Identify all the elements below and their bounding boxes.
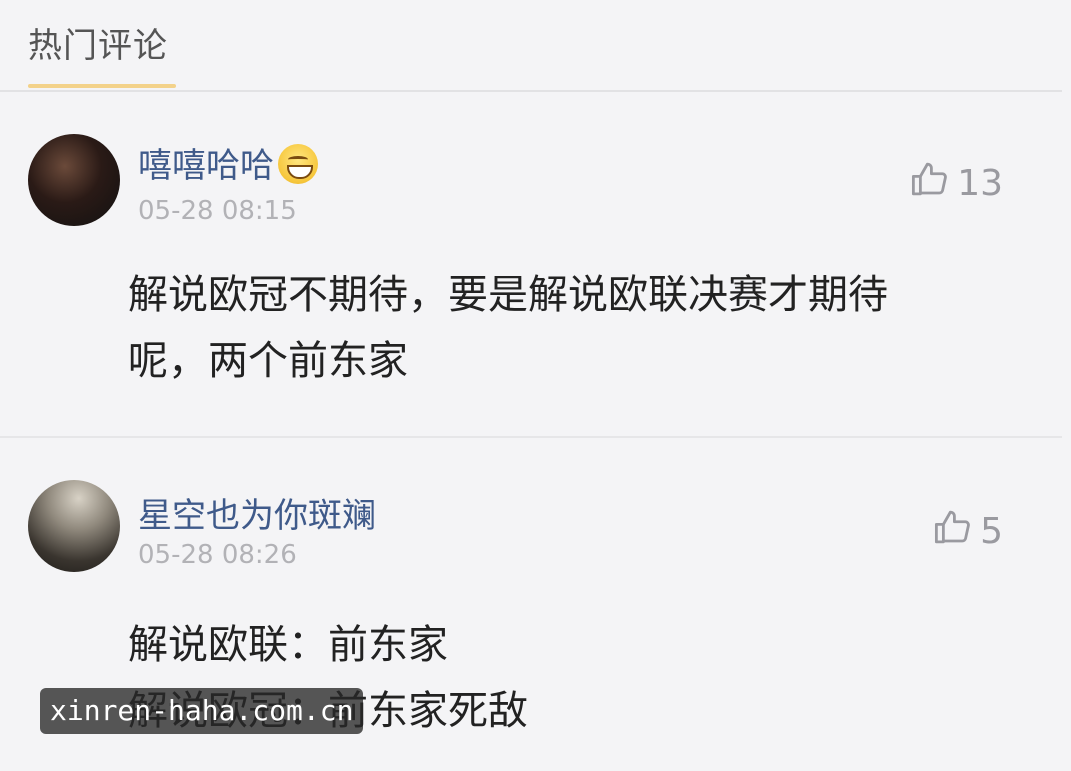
tab-hot-comments[interactable]: 热门评论 [28,18,168,67]
thumbs-up-icon [932,506,974,557]
comment-text-line: 解说欧冠不期待，要是解说欧联决赛才期待 [128,272,888,318]
avatar[interactable] [28,480,120,572]
comment-divider [0,436,1062,438]
watermark: xinren-haha.com.cn [40,688,364,734]
like-count: 13 [957,163,1003,204]
comment-item: 嘻嘻哈哈 05-28 08:15 13 解说欧冠不期待，要是解说欧联决赛才期待 … [0,92,1071,436]
avatar[interactable] [28,134,120,226]
tab-active-indicator [28,84,176,88]
like-button[interactable]: 5 [932,506,1003,557]
comment-content: 解说欧冠不期待，要是解说欧联决赛才期待 呢，两个前东家 [128,262,1008,394]
page: 热门评论 嘻嘻哈哈 05-28 08:15 13 解说欧冠不期待，要是解说欧联决… [0,0,1071,771]
comment-username[interactable]: 嘻嘻哈哈 [138,138,318,188]
grinning-face-icon [278,143,318,184]
comment-text-line: 呢，两个前东家 [128,338,408,384]
comment-username[interactable]: 星空也为你斑斓 [138,488,376,537]
like-count: 5 [980,511,1003,552]
like-button[interactable]: 13 [909,158,1003,209]
comment-timestamp: 05-28 08:26 [138,540,297,570]
comment-text-line: 解说欧联：前东家 [128,622,448,668]
thumbs-up-icon [909,158,951,209]
username-text[interactable]: 嘻嘻哈哈 [138,146,274,186]
comment-timestamp: 05-28 08:15 [138,196,297,226]
comments-header: 热门评论 [0,0,1071,90]
